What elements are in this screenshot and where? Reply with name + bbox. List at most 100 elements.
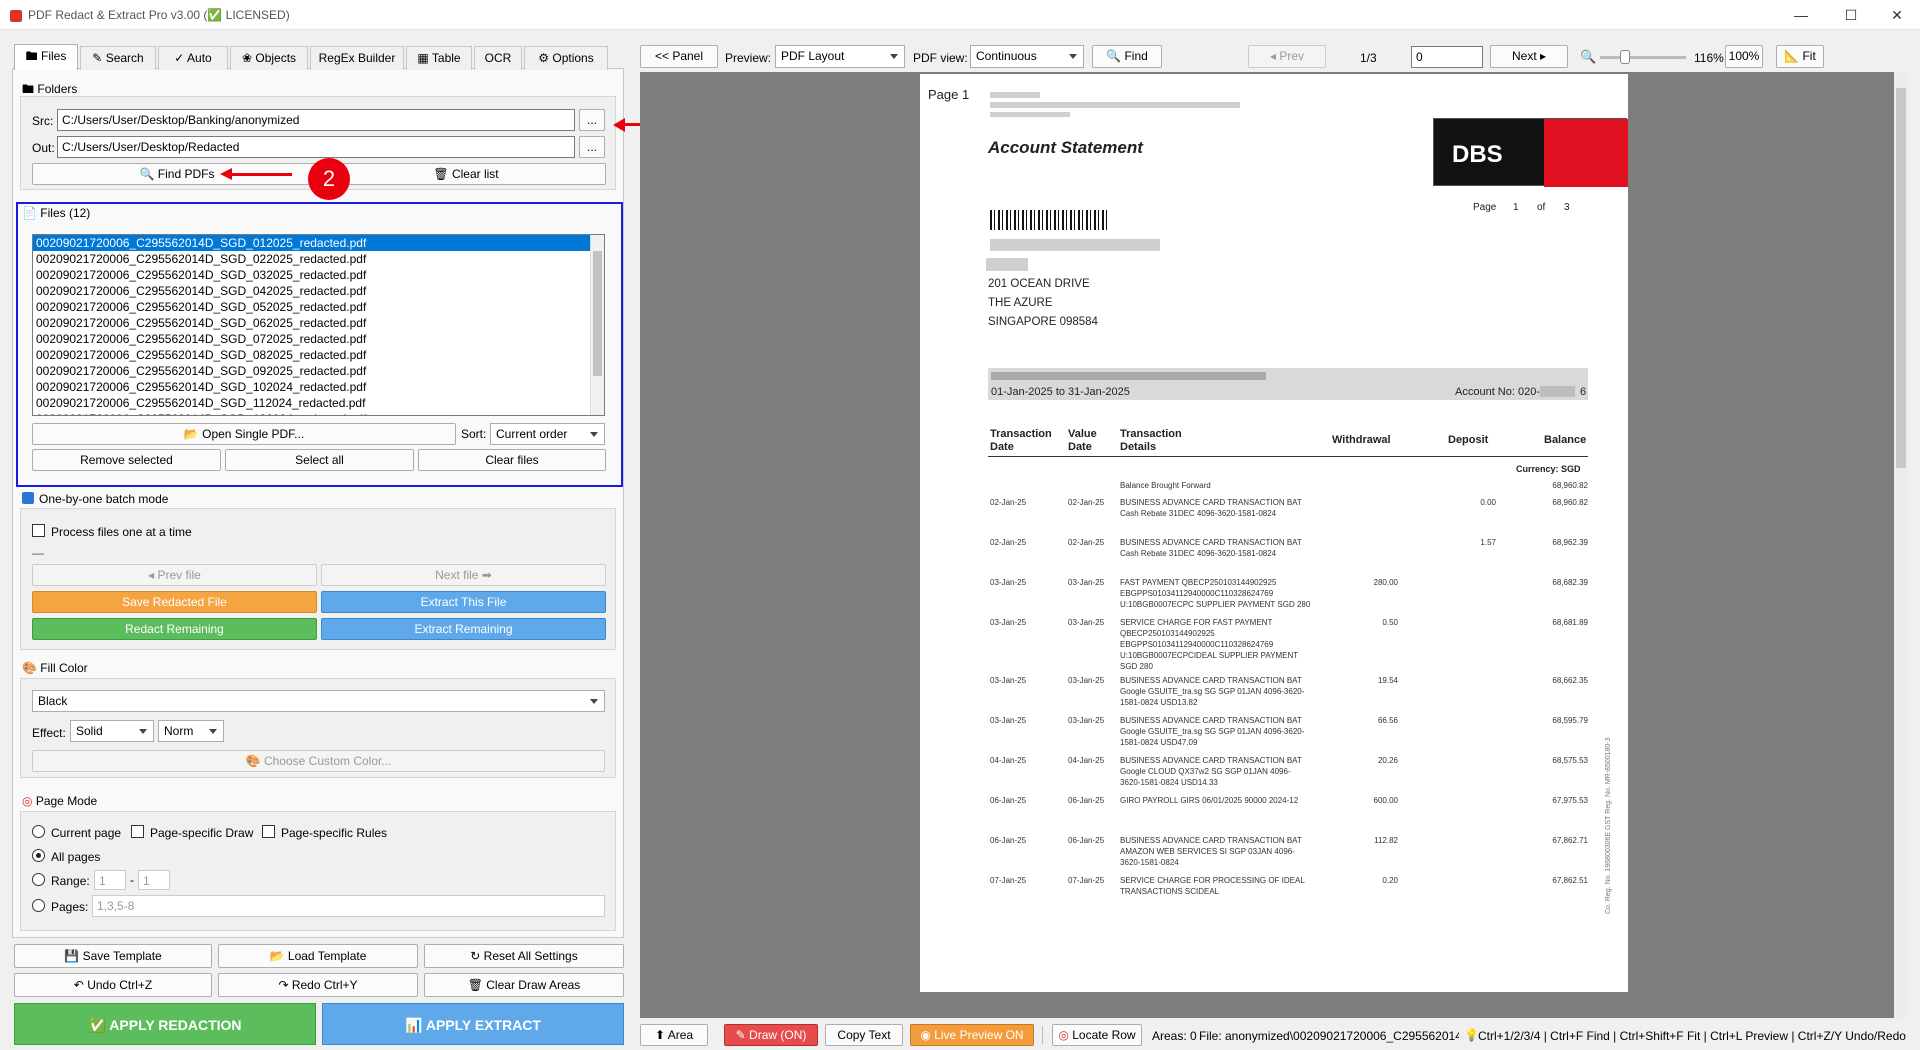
file-list-item[interactable]: 00209021720006_C295562014D_SGD_122024_re… <box>33 411 604 415</box>
transaction-date: 07-Jan-25 <box>990 876 1027 885</box>
balance-amount: 68,662.35 <box>1552 676 1588 685</box>
file-list-item[interactable]: 00209021720006_C295562014D_SGD_022025_re… <box>33 251 604 267</box>
undo-button[interactable]: ↶ Undo Ctrl+Z <box>14 973 212 997</box>
prev-file-button[interactable]: ◂ Prev file <box>32 564 317 586</box>
tab-regex-builder[interactable]: RegEx Builder <box>310 46 404 70</box>
range-from-spinner[interactable]: 1 <box>94 870 126 890</box>
pdf-scrollbar[interactable] <box>1894 72 1908 1018</box>
apply-extract-button[interactable]: 📊 APPLY EXTRACT <box>322 1003 624 1045</box>
tab-files[interactable]: 🖿 Files <box>14 44 78 70</box>
all-pages-radio[interactable] <box>32 849 45 862</box>
zoom-100-button[interactable]: 100% <box>1725 45 1763 68</box>
reset-all-settings-button[interactable]: ↻ Reset All Settings <box>424 944 624 968</box>
pdf-view-select[interactable]: Continuous <box>970 45 1084 68</box>
close-icon[interactable]: ✕ <box>1874 0 1920 30</box>
fill-color-select[interactable]: Black <box>32 690 605 712</box>
file-list-item[interactable]: 00209021720006_C295562014D_SGD_092025_re… <box>33 363 604 379</box>
zoom-slider-thumb[interactable] <box>1620 50 1630 64</box>
zoom-slider[interactable] <box>1600 50 1686 64</box>
arrow-head-2 <box>220 168 232 180</box>
file-list-item[interactable]: 00209021720006_C295562014D_SGD_042025_re… <box>33 283 604 299</box>
file-list-item[interactable]: 00209021720006_C295562014D_SGD_072025_re… <box>33 331 604 347</box>
open-single-pdf-button[interactable]: 📂 Open Single PDF... <box>32 423 456 445</box>
process-one-checkbox[interactable] <box>32 524 45 537</box>
effect-label: Effect: <box>32 726 66 740</box>
live-preview-toggle[interactable]: ◉ Live Preview ON <box>910 1024 1034 1046</box>
transaction-detail-line: GIRO PAYROLL GIRS 06/01/2025 90000 2024-… <box>1120 796 1299 805</box>
redo-button[interactable]: ↷ Redo Ctrl+Y <box>218 973 418 997</box>
file-list-item[interactable]: 00209021720006_C295562014D_SGD_032025_re… <box>33 267 604 283</box>
file-list-item[interactable]: 00209021720006_C295562014D_SGD_112024_re… <box>33 395 604 411</box>
file-list-item[interactable]: 00209021720006_C295562014D_SGD_082025_re… <box>33 347 604 363</box>
tab-table[interactable]: ▦ Table <box>406 46 472 70</box>
locate-row-label: Locate Row <box>1072 1028 1136 1042</box>
header-value-date-2: Date <box>1068 441 1092 453</box>
tab-options[interactable]: ⚙ Options <box>524 46 608 70</box>
page-input[interactable]: 0 <box>1411 46 1483 68</box>
file-list-scrollbar[interactable] <box>590 235 604 415</box>
effect-select[interactable]: Solid <box>70 720 154 742</box>
transaction-detail-line: BUSINESS ADVANCE CARD TRANSACTION BAT <box>1120 676 1302 685</box>
pages-radio[interactable] <box>32 899 45 912</box>
tab-ocr[interactable]: OCR <box>474 46 522 70</box>
file-list-item[interactable]: 00209021720006_C295562014D_SGD_052025_re… <box>33 299 604 315</box>
draw-toggle-button[interactable]: ✎ Draw (ON) <box>724 1024 818 1046</box>
range-radio[interactable] <box>32 873 45 886</box>
tab-objects[interactable]: ❀ Objects <box>230 46 308 70</box>
prev-page-button[interactable]: ◂ Prev <box>1248 45 1326 68</box>
locate-row-button[interactable]: ◎ Locate Row <box>1052 1024 1142 1046</box>
minimize-icon[interactable]: — <box>1778 0 1824 30</box>
current-page-label: Current page <box>51 826 122 840</box>
page-specific-draw-checkbox[interactable] <box>131 825 144 838</box>
header-transaction-date-1: Transaction <box>990 428 1052 440</box>
remove-selected-button[interactable]: Remove selected <box>32 449 221 471</box>
redact-remaining-button[interactable]: Redact Remaining <box>32 618 317 640</box>
area-button[interactable]: ⬆ Area <box>640 1024 708 1046</box>
tab-search[interactable]: ✎ Search <box>80 46 156 70</box>
barcode-icon <box>990 210 1110 230</box>
tab-auto[interactable]: ✓ Auto <box>158 46 228 70</box>
sort-select[interactable]: Current order <box>490 423 605 445</box>
choose-custom-color-button[interactable]: 🎨 Choose Custom Color... <box>32 750 605 772</box>
transaction-detail-line: EBGPPS01034112940000C110328624769 <box>1120 640 1274 649</box>
copy-text-button[interactable]: Copy Text <box>825 1024 903 1046</box>
fit-button[interactable]: 📐 Fit <box>1776 45 1824 68</box>
preview-select[interactable]: PDF Layout <box>775 45 905 68</box>
clear-draw-areas-button[interactable]: 🗑 Clear Draw Areas <box>424 973 624 997</box>
file-list-item[interactable]: 00209021720006_C295562014D_SGD_012025_re… <box>33 235 604 251</box>
page-specific-rules-checkbox[interactable] <box>262 825 275 838</box>
load-template-button[interactable]: 📂 Load Template <box>218 944 418 968</box>
extract-this-button[interactable]: Extract This File <box>321 591 606 613</box>
pdf-scrollbar-thumb[interactable] <box>1896 88 1906 468</box>
range-to-spinner[interactable]: 1 <box>138 870 170 890</box>
apply-redaction-button[interactable]: ✅ APPLY REDACTION <box>14 1003 316 1045</box>
address-line: 201 OCEAN DRIVE <box>988 278 1090 290</box>
src-path-input[interactable]: C:/Users/User/Desktop/Banking/anonymized <box>57 109 575 131</box>
clear-files-button[interactable]: Clear files <box>418 449 606 471</box>
save-redacted-button[interactable]: Save Redacted File <box>32 591 317 613</box>
out-browse-button[interactable]: ... <box>579 136 605 158</box>
page-specific-rules-label: Page-specific Rules <box>281 826 388 840</box>
scrollbar-thumb[interactable] <box>593 251 602 376</box>
maximize-icon[interactable]: ☐ <box>1828 0 1874 30</box>
next-file-button[interactable]: Next file ➡ <box>321 564 606 586</box>
clear-list-button[interactable]: 🗑 Clear list <box>326 163 606 185</box>
extract-remaining-button[interactable]: Extract Remaining <box>321 618 606 640</box>
pages-input[interactable]: 1,3,5-8 <box>92 895 605 917</box>
file-list-item[interactable]: 00209021720006_C295562014D_SGD_062025_re… <box>33 315 604 331</box>
next-page-button[interactable]: Next ▸ <box>1490 45 1568 68</box>
src-browse-button[interactable]: ... <box>579 109 605 131</box>
norm-select[interactable]: Norm <box>158 720 224 742</box>
file-list-item[interactable]: 00209021720006_C295562014D_SGD_102024_re… <box>33 379 604 395</box>
save-template-button[interactable]: 💾 Save Template <box>14 944 212 968</box>
current-page-radio[interactable] <box>32 825 45 838</box>
folder-open-icon: 📂 <box>183 427 199 441</box>
draw-label: Draw (ON) <box>749 1028 807 1042</box>
file-list[interactable]: 00209021720006_C295562014D_SGD_012025_re… <box>32 234 605 416</box>
header-deposit: Deposit <box>1448 434 1489 446</box>
out-path-input[interactable]: C:/Users/User/Desktop/Redacted <box>57 136 575 158</box>
select-all-button[interactable]: Select all <box>225 449 414 471</box>
toggle-panel-button[interactable]: << Panel <box>640 45 718 68</box>
transaction-date: 02-Jan-25 <box>990 538 1027 547</box>
find-button[interactable]: 🔍 Find <box>1092 45 1162 68</box>
